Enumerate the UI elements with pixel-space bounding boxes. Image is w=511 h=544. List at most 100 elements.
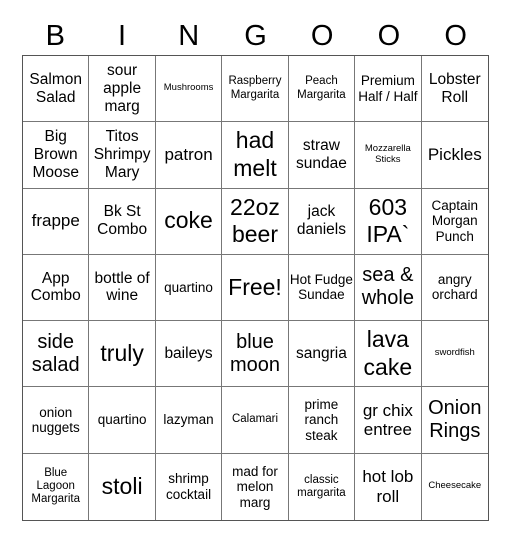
bingo-cell[interactable]: Mozzarella Sticks [355,122,422,189]
bingo-cell[interactable]: patron [155,122,223,189]
bingo-cell[interactable]: Free! [222,254,289,322]
bingo-cell[interactable]: sea & whole [355,254,422,322]
bingo-cell-text: sea & whole [361,264,414,310]
header-letter: N [178,20,200,52]
bingo-cell[interactable]: straw sundae [288,122,356,189]
bingo-cell-text: Cheesecake [428,480,482,492]
bingo-cell[interactable]: Raspberry Margarita [222,56,289,123]
bingo-cell-text: jack daniels [296,203,346,239]
bingo-cell-text: Mozzarella Sticks [364,143,411,165]
bingo-cell-text: patron [164,145,213,165]
bingo-cell[interactable]: Peach Margarita [288,56,356,123]
bingo-cell[interactable]: frappe [23,188,90,255]
bingo-cell[interactable]: coke [155,188,223,255]
bingo-cell[interactable]: lazyman [155,387,223,454]
bingo-cell[interactable]: Titos Shrimpy Mary [89,122,156,189]
bingo-cell[interactable]: blue moon [222,321,289,388]
bingo-cell-text: Lobster Roll [428,70,481,106]
bingo-cell-text: hot lob roll [362,467,414,506]
bingo-cell[interactable]: Bk St Combo [89,188,156,255]
bingo-cell[interactable]: Cheesecake [422,454,488,520]
bingo-cell-text: Big Brown Moose [32,128,79,181]
bingo-cell-text: Mushrooms [163,82,214,94]
bingo-cell[interactable]: Lobster Roll [421,56,488,123]
bingo-card-grid: Salmon Salad sour apple marg Mushrooms Rasp… [22,55,489,521]
bingo-cell-text: mad for melon marg [232,463,278,510]
bingo-cell-text: Pickles [427,145,482,165]
bingo-cell-text: side salad [31,330,80,376]
bingo-cell[interactable]: stoli [89,453,156,520]
bingo-cell[interactable]: Calamari [222,387,289,454]
bingo-cell-text: frappe [31,211,80,231]
bingo-cell-text: shrimp cocktail [166,471,212,502]
bingo-cell-text: prime ranch steak [304,396,339,443]
bingo-cell[interactable]: 603 IPA` [355,188,422,255]
bingo-cell[interactable]: Onion Rings [421,387,488,454]
bingo-cell[interactable]: angry orchard [421,255,488,322]
bingo-cell-text: truly [100,339,144,366]
bingo-cell-text: Captain Morgan Punch [431,197,479,244]
bingo-cell[interactable]: swordfish [421,321,488,388]
bingo-cell[interactable]: quartino [89,387,156,454]
bingo-cell-text: had melt [233,127,277,181]
bingo-cell[interactable]: sangria [288,321,356,388]
bingo-cell-text: Bk St Combo [97,203,148,239]
bingo-cell-text: lazyman [163,412,214,428]
bingo-cell[interactable]: App Combo [23,254,90,322]
bingo-cell[interactable]: hot lob roll [355,453,422,520]
header-letter: O [310,20,334,52]
bingo-cell[interactable]: had melt [222,122,289,189]
bingo-cell-text: lava cake [363,326,413,380]
bingo-cell-text: 22oz beer [230,193,280,248]
bingo-cell[interactable]: Blue Lagoon Margarita [23,453,90,520]
bingo-cell[interactable]: prime ranch steak [288,387,356,454]
bingo-header: B I N G O O O [22,18,489,54]
bingo-cell-text: angry orchard [431,271,478,303]
bingo-cell-text: Salmon Salad [29,70,82,106]
bingo-cell[interactable]: Big Brown Moose [23,122,90,189]
bingo-cell-text: straw sundae [295,137,347,172]
bingo-cell-text: Raspberry Margarita [228,75,282,101]
bingo-cell[interactable]: mad for melon marg [222,453,289,520]
bingo-cell[interactable]: baileys [155,321,223,388]
bingo-cell[interactable]: Premium Half / Half [355,56,422,123]
bingo-cell-text: quartino [97,412,147,428]
bingo-cell-text: coke [164,207,213,234]
bingo-cell[interactable]: sour apple marg [89,56,156,123]
header-letter: B [45,20,66,52]
bingo-cell-text: quartino [164,279,213,295]
bingo-cell-text: Free! [228,273,282,300]
bingo-cell-text: bottle of wine [94,269,150,305]
bingo-cell[interactable]: Captain Morgan Punch [421,189,488,255]
bingo-cell-text: sangria [296,344,347,362]
header-letter: G [244,20,267,52]
bingo-cell[interactable]: jack daniels [288,188,356,255]
bingo-cell[interactable]: onion nuggets [23,387,90,454]
bingo-cell-text: baileys [164,344,213,362]
bingo-cell[interactable]: quartino [155,254,223,322]
bingo-cell[interactable]: shrimp cocktail [156,453,223,520]
bingo-cell-text: Calamari [231,413,278,426]
bingo-cell[interactable]: gr chix entree [355,387,422,454]
bingo-cell-text: classic margarita [297,473,346,499]
bingo-cell-text: swordfish [434,347,475,359]
bingo-cell-text: onion nuggets [31,404,80,436]
bingo-cell[interactable]: truly [89,321,156,388]
bingo-cell-text: stoli [101,473,143,500]
header-letter: O [444,20,467,52]
bingo-cell[interactable]: lava cake [355,321,422,388]
bingo-cell-text: Hot Fudge Sundae [289,271,353,303]
bingo-cell[interactable]: side salad [23,321,90,388]
bingo-cell-text: 603 IPA` [366,193,410,248]
header-letter: I [118,20,127,52]
bingo-cell[interactable]: Mushrooms [155,56,223,123]
bingo-cell[interactable]: bottle of wine [89,254,156,322]
header-letter: O [377,20,401,52]
bingo-cell[interactable]: Salmon Salad [23,56,90,123]
bingo-cell-text: Onion Rings [428,397,482,443]
bingo-cell[interactable]: 22oz beer [222,188,289,255]
bingo-cell[interactable]: Hot Fudge Sundae [288,254,356,322]
bingo-cell[interactable]: Pickles [421,122,488,189]
bingo-cell-text: Titos Shrimpy Mary [93,128,151,181]
bingo-cell[interactable]: classic margarita [289,453,356,520]
